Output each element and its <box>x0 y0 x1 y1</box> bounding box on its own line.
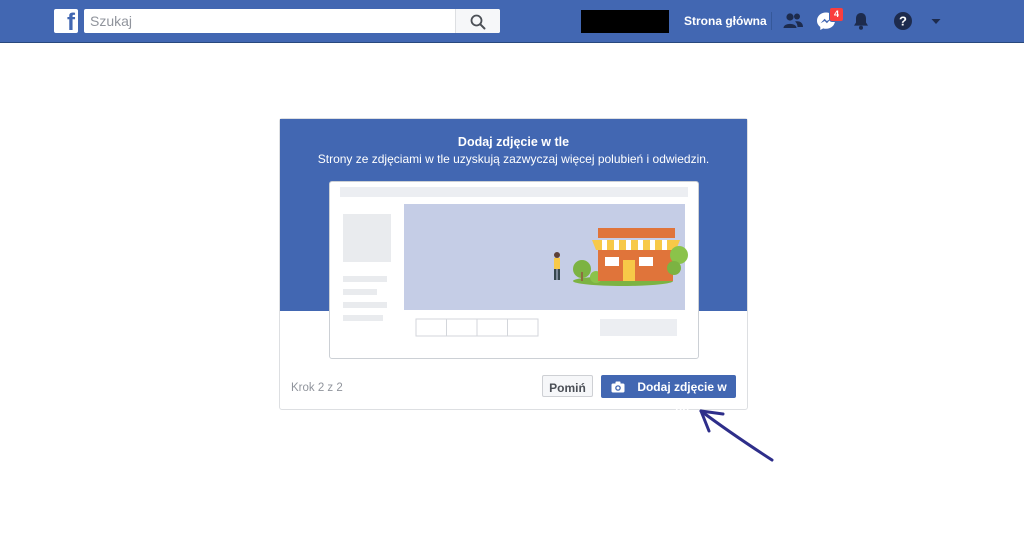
preview-profile-picture <box>343 214 391 262</box>
preview-header-bar <box>340 187 688 197</box>
messenger-badge: 4 <box>829 7 844 22</box>
search-icon <box>470 14 486 30</box>
preview-sidebar-line <box>343 315 383 321</box>
redacted-profile-name <box>581 10 669 33</box>
help-icon[interactable]: ? <box>892 10 914 32</box>
facebook-logo[interactable]: f <box>54 9 78 35</box>
camera-icon <box>611 381 625 393</box>
nav-divider <box>771 12 772 30</box>
add-cover-photo-dialog: Dodaj zdjęcie w tle Strony ze zdjęciami … <box>279 118 748 417</box>
annotation-arrow-icon <box>699 409 774 462</box>
search-box <box>84 9 500 33</box>
page-preview-illustration <box>329 181 699 359</box>
svg-text:?: ? <box>899 14 907 29</box>
add-cover-photo-button[interactable]: Dodaj zdjęcie w tle <box>601 375 736 417</box>
dialog-subtitle: Strony ze zdjęciami w tle uzyskują zazwy… <box>317 152 710 166</box>
search-button[interactable] <box>455 9 500 33</box>
step-indicator: Krok 2 z 2 <box>291 382 343 394</box>
preview-illustration-svg <box>340 187 688 337</box>
skip-button[interactable]: Pomiń <box>542 375 593 397</box>
top-navigation-bar: f Strona główna 4 ? <box>0 0 1024 43</box>
menu-caret-icon[interactable] <box>925 10 947 32</box>
preview-sidebar-line <box>343 289 377 295</box>
preview-sidebar-line <box>343 302 387 308</box>
notifications-icon[interactable] <box>850 10 872 32</box>
friends-icon[interactable] <box>782 10 804 32</box>
search-input[interactable] <box>84 9 466 33</box>
dialog-title: Dodaj zdjęcie w tle <box>457 135 570 149</box>
preview-action-button <box>600 319 677 336</box>
home-link[interactable]: Strona główna <box>684 14 767 28</box>
preview-sidebar-line <box>343 276 387 282</box>
